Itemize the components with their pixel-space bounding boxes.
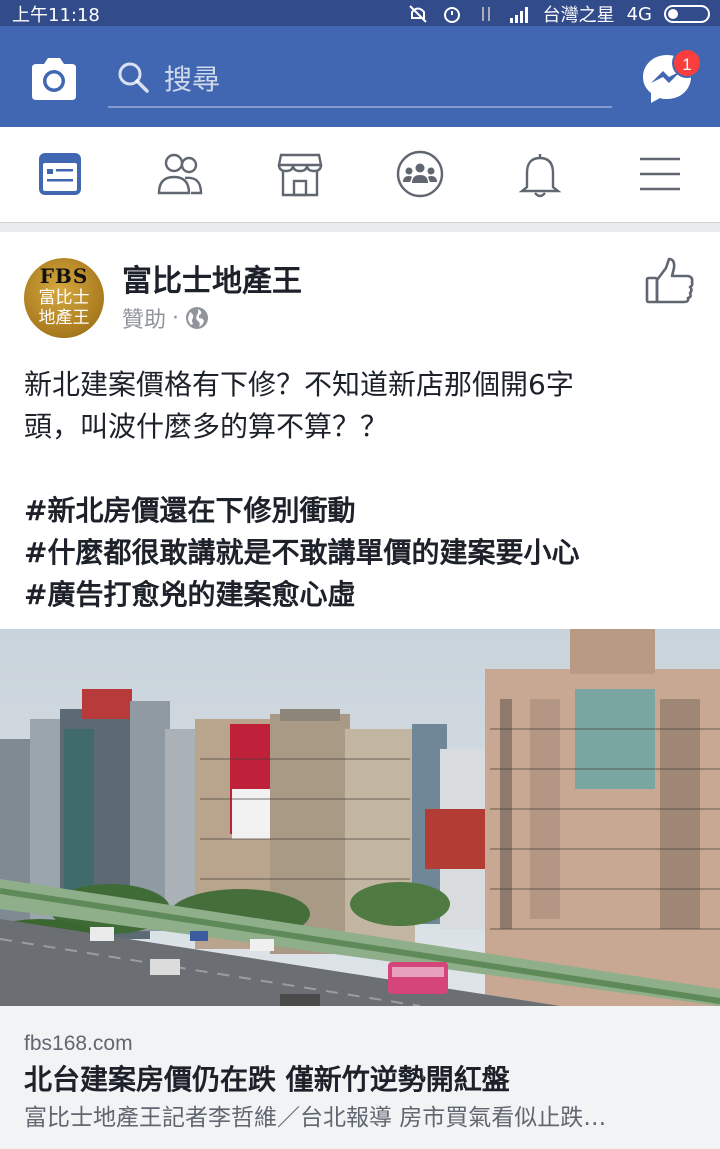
tab-notifications[interactable]	[510, 149, 570, 205]
link-preview-box[interactable]: fbs168.com 北台建案房價仍在跌 僅新竹逆勢開紅盤 富比士地產王記者李哲…	[0, 1006, 720, 1149]
page-avatar[interactable]: FBS 富比士 地產王	[24, 258, 104, 338]
tab-marketplace[interactable]	[270, 149, 330, 205]
messenger-badge: 1	[672, 48, 702, 78]
groups-icon	[396, 150, 444, 198]
tab-menu[interactable]	[630, 149, 690, 205]
tab-groups[interactable]	[390, 149, 450, 205]
post-meta: 贊助 ·	[122, 302, 209, 334]
meta-separator: ·	[172, 305, 180, 331]
globe-icon	[186, 307, 209, 329]
hashtag-link[interactable]: #廣告打愈兇的建案愈心虛	[24, 574, 704, 616]
page-name[interactable]: 富比士地產王	[122, 256, 302, 300]
post-text-line-1: 新北建案價格有下修？不知道新店那個開6字	[24, 368, 574, 401]
avatar-line-2: 地產王	[38, 308, 90, 328]
battery-icon	[664, 5, 710, 23]
friends-icon	[157, 153, 203, 195]
carrier-name: 台灣之星	[542, 5, 615, 26]
tab-news-feed[interactable]	[30, 149, 90, 205]
hashtag-link[interactable]: #新北房價還在下修別衝動	[24, 490, 704, 532]
alarm-icon	[443, 7, 460, 23]
search-placeholder: 搜尋	[164, 63, 221, 96]
link-preview-image[interactable]	[0, 629, 720, 1006]
link-description: 富比士地產王記者李哲維／台北報導 房市買氣看似止跌…	[24, 1105, 607, 1131]
link-domain: fbs168.com	[24, 1032, 133, 1055]
network-type: 4G	[626, 3, 652, 25]
link-title[interactable]: 北台建案房價仍在跌 僅新竹逆勢開紅盤	[24, 1058, 704, 1098]
camera-icon[interactable]	[28, 56, 80, 102]
marketplace-icon	[277, 153, 323, 197]
avatar-logo-text: FBS	[39, 264, 89, 288]
mute-icon	[408, 5, 427, 23]
hashtag-link[interactable]: #什麼都很敢講就是不敢講單價的建案要小心	[24, 532, 704, 574]
tab-friends[interactable]	[150, 149, 210, 205]
tab-bar	[0, 127, 720, 223]
avatar-logo-subtext: 富比士 地產王	[24, 288, 104, 328]
status-indicators: 台灣之星 4G	[407, 1, 710, 27]
news-feed-icon	[39, 153, 81, 195]
status-bar: 上午11:18 台灣之星 4G	[0, 0, 720, 26]
post-body: 新北建案價格有下修？不知道新店那個開6字 頭，叫波什麼多的算不算？？ #新北房價…	[24, 364, 704, 616]
avatar-line-1: 富比士	[38, 288, 90, 308]
signal-icon	[509, 7, 528, 23]
search-bar[interactable]: 搜尋	[108, 54, 612, 108]
post-text-line-2: 頭，叫波什麼多的算不算？？	[24, 410, 389, 443]
top-header: 搜尋 1	[0, 26, 720, 127]
search-icon	[118, 62, 149, 93]
sponsored-post: FBS 富比士 地產王 富比士地產王 贊助 · 新北建案價格有下修？不知道新店那…	[0, 232, 720, 1149]
like-page-icon[interactable]	[644, 256, 696, 306]
city-skyline-photo	[0, 629, 720, 1006]
sponsored-label[interactable]: 贊助	[122, 302, 166, 334]
menu-icon	[640, 157, 680, 191]
data-transfer-icon	[481, 7, 490, 21]
status-time: 上午11:18	[12, 5, 100, 26]
notifications-icon	[518, 154, 562, 198]
